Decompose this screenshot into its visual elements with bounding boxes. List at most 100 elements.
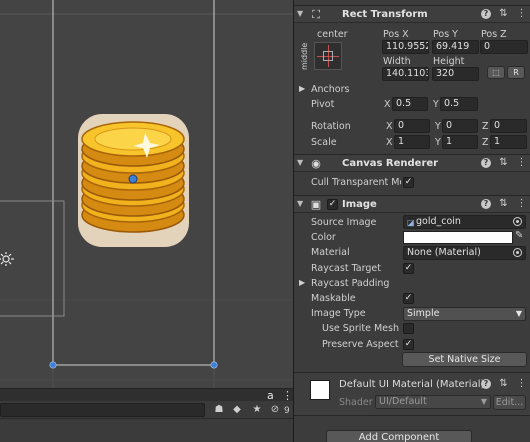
blueprint-mode-button[interactable]: ⬚ [487, 66, 505, 79]
presets-icon[interactable]: ⇅ [498, 157, 509, 169]
context-menu-icon[interactable]: ⋮ [516, 157, 527, 169]
height-field[interactable]: 320 [432, 67, 479, 81]
context-menu-icon[interactable]: ⋮ [516, 8, 527, 20]
shader-label: Shader [339, 397, 373, 408]
image-icon: ▣ [310, 198, 322, 211]
use-sprite-mesh-checkbox[interactable] [403, 323, 414, 334]
scale-y-field[interactable]: 1 [442, 135, 478, 149]
add-component-button[interactable]: Add Component [326, 430, 472, 442]
rect-handle [210, 361, 218, 369]
axis-y-label: Y [435, 137, 441, 148]
inspector-panel: ▼ ⛶ Rect Transform ? ⇅ ⋮ center middle P… [293, 0, 530, 442]
scale-x-field[interactable]: 1 [394, 135, 430, 149]
image-type-value: Simple [407, 308, 440, 319]
sprite-icon: ◪ [407, 218, 415, 227]
width-label: Width [383, 56, 411, 67]
eyedropper-icon[interactable]: ✎ [515, 230, 523, 241]
cull-transparent-checkbox[interactable]: ✓ [403, 177, 414, 188]
raycast-padding-foldout-icon[interactable]: ▶ [299, 278, 305, 287]
image-type-dropdown[interactable]: Simple ▼ [403, 307, 526, 321]
pos-z-field[interactable]: 0 [480, 40, 528, 54]
chevron-down-icon: ▼ [515, 309, 522, 318]
pos-y-field[interactable]: 69.419 [432, 40, 479, 54]
edit-shader-button[interactable]: Edit... [493, 395, 526, 410]
visibility-icon[interactable]: ⊘ [268, 403, 282, 417]
light-gizmo-icon [0, 252, 14, 266]
maskable-checkbox[interactable]: ✓ [403, 293, 414, 304]
pos-z-label: Pos Z [481, 29, 507, 40]
pivot-y-field[interactable]: 0.5 [440, 97, 478, 111]
material-label: Material [311, 247, 350, 258]
hidden-count-badge: 9 [284, 406, 290, 416]
anchors-label[interactable]: Anchors [311, 84, 349, 95]
rotation-y-field[interactable]: 0 [442, 119, 478, 133]
pivot-x-field[interactable]: 0.5 [392, 97, 428, 111]
source-image-field[interactable]: ◪ gold_coin [403, 215, 526, 229]
image-header[interactable]: ▼ ▣ ✓ Image ? ⇅ ⋮ [294, 195, 530, 213]
width-field[interactable]: 140.1103 [382, 67, 429, 81]
source-image-value: gold_coin [416, 216, 461, 227]
object-picker-icon[interactable] [513, 248, 522, 257]
canvas-renderer-header[interactable]: ▼ ◉ Canvas Renderer ? ⇅ ⋮ [294, 154, 530, 172]
material-preview[interactable] [310, 380, 330, 400]
rotation-z-field[interactable]: 0 [490, 119, 527, 133]
scene-icon[interactable]: ☗ [212, 403, 226, 417]
axis-y-label: Y [435, 121, 441, 132]
scene-canvas[interactable] [0, 0, 293, 388]
height-label: Height [433, 56, 465, 67]
component-title: Canvas Renderer [342, 158, 439, 169]
cull-transparent-label: Cull Transparent Mes [311, 177, 401, 188]
scale-z-field[interactable]: 1 [490, 135, 527, 149]
help-icon[interactable]: ? [481, 379, 491, 389]
preserve-aspect-checkbox[interactable]: ✓ [403, 339, 414, 350]
presets-icon[interactable]: ⇅ [498, 198, 509, 210]
rect-transform-header[interactable]: ▼ ⛶ Rect Transform ? ⇅ ⋮ [294, 5, 530, 23]
help-icon[interactable]: ? [481, 158, 491, 168]
presets-icon[interactable]: ⇅ [498, 378, 509, 390]
foldout-arrow-icon[interactable]: ▼ [297, 199, 303, 208]
rect-transform-icon: ⛶ [312, 8, 320, 21]
pivot-label: Pivot [311, 99, 335, 110]
raycast-target-checkbox[interactable]: ✓ [403, 263, 414, 274]
gold-coin-sprite [78, 114, 189, 247]
context-menu-icon[interactable]: ⋮ [516, 378, 527, 390]
component-title: Image [342, 199, 377, 210]
pivot-handle [128, 174, 138, 184]
rotation-x-field[interactable]: 0 [394, 119, 430, 133]
anchor-v-label: middle [300, 42, 309, 70]
scene-view[interactable] [0, 0, 293, 388]
foldout-arrow-icon[interactable]: ▼ [297, 9, 303, 18]
pos-x-field[interactable]: 110.9552 [382, 40, 429, 54]
anchors-foldout-icon[interactable]: ▶ [299, 84, 305, 93]
anchor-presets-button[interactable] [314, 42, 342, 70]
axis-z-label: Z [482, 121, 489, 132]
image-enabled-checkbox[interactable]: ✓ [327, 199, 338, 210]
set-native-size-button[interactable]: Set Native Size [402, 352, 527, 367]
material-value: None (Material) [407, 247, 481, 258]
preserve-aspect-label: Preserve Aspect [322, 339, 399, 350]
material-title: Default UI Material (Material) [339, 379, 485, 390]
axis-x-label: X [386, 137, 393, 148]
scale-label: Scale [311, 137, 337, 148]
maskable-label: Maskable [311, 293, 356, 304]
rect-handle [49, 361, 57, 369]
help-icon[interactable]: ? [481, 199, 491, 209]
help-icon[interactable]: ? [481, 9, 491, 19]
context-menu-icon[interactable]: ⋮ [516, 198, 527, 210]
raycast-padding-label[interactable]: Raycast Padding [311, 278, 389, 289]
material-field[interactable]: None (Material) [403, 246, 526, 260]
color-swatch[interactable] [403, 231, 513, 244]
star-icon[interactable]: ★ [250, 403, 264, 417]
foldout-arrow-icon[interactable]: ▼ [297, 158, 303, 167]
axis-x-label: X [386, 121, 393, 132]
presets-icon[interactable]: ⇅ [498, 8, 509, 20]
search-input[interactable] [0, 403, 205, 417]
component-title: Rect Transform [342, 9, 428, 20]
chevron-down-icon: ▼ [480, 397, 487, 406]
axis-y-label: Y [433, 99, 439, 110]
shader-dropdown[interactable]: UI/Default ▼ [375, 395, 491, 409]
pos-x-label: Pos X [383, 29, 409, 40]
tag-icon[interactable]: ◆ [230, 403, 244, 417]
raw-edit-button[interactable]: R [507, 66, 525, 79]
object-picker-icon[interactable] [513, 217, 522, 226]
